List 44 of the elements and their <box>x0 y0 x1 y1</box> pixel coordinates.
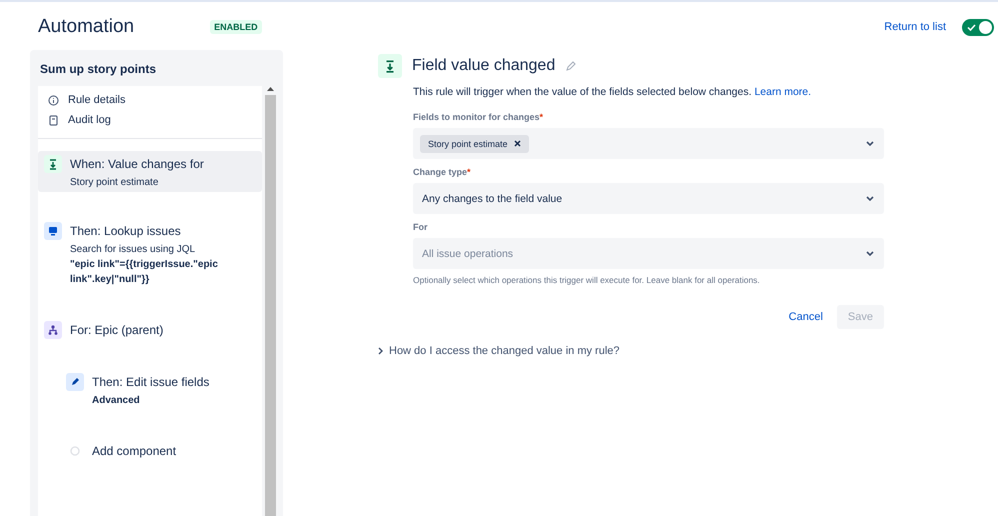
check-icon <box>967 22 976 32</box>
chevron-down-icon <box>866 250 874 256</box>
status-lozenge: ENABLED <box>210 20 262 34</box>
enable-toggle[interactable] <box>962 18 994 36</box>
field-label: For <box>413 222 428 232</box>
monitor-icon <box>44 222 62 240</box>
step-code: "epic link"={{triggerIssue."epic link".key|"null"}} <box>70 258 219 287</box>
select-field[interactable]: Any changes to the field value <box>413 183 884 214</box>
trigger-icon <box>378 54 402 78</box>
scrollbar-thumb[interactable] <box>265 95 276 516</box>
trigger-icon <box>44 155 62 173</box>
learn-more-link[interactable]: Learn more. <box>754 86 812 98</box>
select-field[interactable]: Story point estimate <box>413 128 884 159</box>
step-title: Then: Edit issue fields <box>92 374 210 391</box>
return-link[interactable]: Return to list <box>884 21 946 33</box>
help-text: Optionally select which operations this trigger will execute for. Leave blank for all operations. <box>413 275 761 285</box>
sidebar-item[interactable]: Audit log <box>38 110 262 130</box>
branch-icon <box>44 321 62 339</box>
page-title: Automation <box>38 16 134 38</box>
step-code: Advanced <box>92 394 141 408</box>
step-title: When: Value changes for <box>70 156 204 173</box>
faq-toggle[interactable]: How do I access the changed value in my rule? <box>378 345 884 357</box>
cancel-button[interactable]: Cancel <box>782 305 829 329</box>
chevron-down-icon <box>866 196 874 202</box>
step-detail: Search for issues using JQL <box>70 244 196 255</box>
detail-title: Field value changed <box>412 57 556 75</box>
description: This rule will trigger when the value of the fields selected below changes. Learn more. <box>413 86 812 98</box>
step-title: Then: Lookup issues <box>70 223 182 240</box>
remove-icon[interactable] <box>514 140 521 147</box>
scroll-up-icon[interactable] <box>267 86 274 91</box>
info-icon <box>48 94 59 106</box>
field-label: Change type* <box>413 167 472 177</box>
step-title: Add component <box>92 443 176 460</box>
chevron-right-icon <box>378 347 383 355</box>
field-tag: Story point estimate <box>420 134 529 152</box>
step-title: For: Epic (parent) <box>70 322 164 339</box>
document-icon <box>48 114 59 126</box>
step-detail: Story point estimate <box>70 177 160 188</box>
pencil-icon <box>66 373 84 391</box>
rule-name: Sum up story points <box>39 61 158 78</box>
sidebar-item[interactable]: Rule details <box>38 90 262 110</box>
chevron-down-icon <box>866 140 874 146</box>
rule-step[interactable]: When: Value changes for Story point estimate <box>38 151 262 192</box>
field-label: Fields to monitor for changes* <box>413 112 544 122</box>
